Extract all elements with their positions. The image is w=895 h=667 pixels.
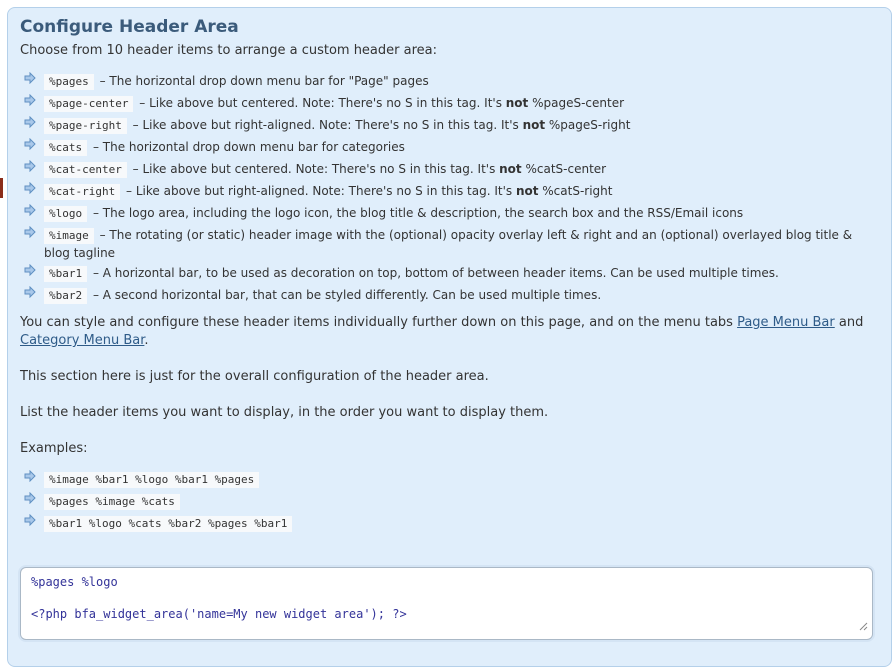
- item-desc: The horizontal drop down menu bar for ca…: [102, 140, 405, 154]
- item-tag: %page-right: [44, 118, 127, 134]
- arrow-right-icon: [24, 159, 36, 177]
- item-desc: Like above but right-aligned. Note: Ther…: [142, 118, 523, 132]
- item-dash: –: [89, 206, 103, 220]
- arrow-right-icon: [24, 263, 36, 281]
- item-tag: %page-center: [44, 96, 134, 112]
- item-desc: The horizontal drop down menu bar for "P…: [109, 74, 429, 88]
- arrow-right-icon: [24, 203, 36, 221]
- arrow-right-icon: [24, 225, 36, 243]
- item-dash: –: [95, 74, 110, 88]
- arrow-right-icon: [24, 137, 36, 155]
- examples-label: Examples:: [20, 441, 88, 456]
- item-tag: %bar2: [44, 288, 88, 304]
- textarea-line-3: <?php bfa_widget_area('name=My new widge…: [31, 607, 407, 621]
- arrow-right-icon: [24, 513, 36, 531]
- item-tag: %image: [44, 228, 94, 244]
- item-emphasis: not: [515, 184, 539, 198]
- item-emphasis: not: [522, 118, 546, 132]
- item-desc: A second horizontal bar, that can be sty…: [102, 288, 602, 302]
- example-code: %pages %image %cats: [44, 494, 180, 510]
- resize-grip-icon[interactable]: [859, 619, 868, 635]
- item-desc: Like above but centered. Note: There's n…: [149, 96, 506, 110]
- item-desc-tail: %catS-right: [538, 184, 613, 198]
- item-tag: %logo: [44, 206, 88, 222]
- example-code: %image %bar1 %logo %bar1 %pages: [44, 472, 260, 488]
- arrow-right-icon: [24, 491, 36, 509]
- arrow-right-icon: [24, 285, 36, 303]
- textarea-line-1: %pages %logo: [31, 575, 118, 589]
- item-emphasis: not: [499, 162, 522, 176]
- textarea-line-2: [31, 590, 862, 606]
- item-dash: –: [95, 228, 110, 242]
- intro-text: Choose from 10 header items to arrange a…: [20, 43, 437, 58]
- item-dash: –: [135, 96, 150, 110]
- item-desc: A horizontal bar, to be used as decorati…: [102, 266, 779, 280]
- item-desc: Like above but right-aligned. Note: Ther…: [135, 184, 516, 198]
- item-dash: –: [89, 140, 103, 154]
- item-desc-tail: %pageS-right: [545, 118, 631, 132]
- page-menu-bar-link[interactable]: Page Menu Bar: [737, 315, 835, 330]
- item-tag: %cat-center: [44, 162, 127, 178]
- arrow-right-icon: [24, 115, 36, 133]
- item-desc-tail: %pageS-center: [528, 96, 625, 110]
- item-dash: –: [89, 288, 103, 302]
- item-emphasis: not: [505, 96, 529, 110]
- item-desc: The logo area, including the logo icon, …: [102, 206, 744, 220]
- item-dash: –: [122, 184, 136, 198]
- list-note: List the header items you want to displa…: [20, 405, 549, 420]
- header-items-textarea[interactable]: %pages %logo <?php bfa_widget_area('name…: [20, 567, 873, 640]
- section-note: This section here is just for the overal…: [20, 369, 489, 384]
- item-dash: –: [128, 162, 143, 176]
- item-tag: %cat-right: [44, 184, 121, 200]
- section-title: Configure Header Area: [20, 17, 239, 37]
- item-dash: –: [89, 266, 103, 280]
- item-desc-tail: %catS-center: [521, 162, 607, 176]
- item-tag: %bar1: [44, 266, 88, 282]
- item-dash: –: [128, 118, 143, 132]
- arrow-right-icon: [24, 71, 36, 89]
- example-code: %bar1 %logo %cats %bar2 %pages %bar1: [44, 516, 293, 532]
- style-note-line2: Category Menu Bar.: [20, 333, 149, 348]
- item-tag: %pages: [44, 74, 94, 90]
- item-tag: %cats: [44, 140, 88, 156]
- left-edge-marker: [0, 178, 3, 198]
- style-note: You can style and configure these header…: [20, 315, 864, 330]
- item-desc: Like above but centered. Note: There's n…: [142, 162, 500, 176]
- arrow-right-icon: [24, 93, 36, 111]
- arrow-right-icon: [24, 469, 36, 487]
- category-menu-bar-link[interactable]: Category Menu Bar: [20, 333, 144, 348]
- arrow-right-icon: [24, 181, 36, 199]
- item-desc: The rotating (or static) header image wi…: [44, 228, 853, 260]
